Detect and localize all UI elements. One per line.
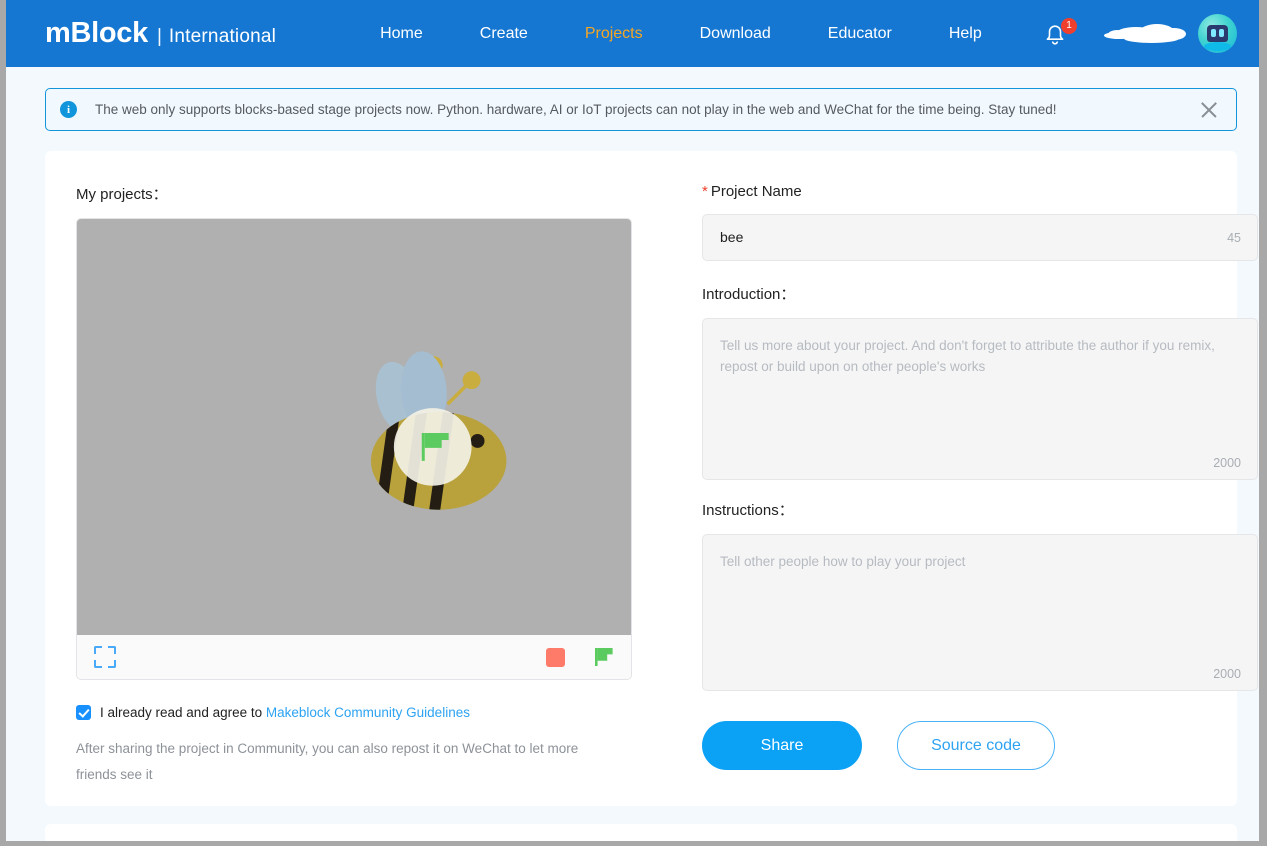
project-name-label-text: Project Name [710,183,802,200]
page-root: mBlock | International Home Create Proje… [6,0,1259,846]
bee-sprite [370,351,507,510]
fullscreen-icon[interactable] [94,646,116,668]
source-code-button[interactable]: Source code [897,721,1055,770]
window-scrollbar-right[interactable] [1259,0,1267,846]
info-banner-text: The web only supports blocks-based stage… [95,102,1057,117]
project-details-column: * Project Name bee 45 Introduction： Tell … [702,183,1259,788]
nav-item-download[interactable]: Download [700,25,771,43]
stop-button-icon[interactable] [546,647,565,667]
project-name-label: * Project Name [702,183,1259,200]
project-name-input[interactable]: bee 45 [702,214,1258,261]
main-navigation: Home Create Projects Download Educator H… [380,25,982,43]
nav-item-projects[interactable]: Projects [585,25,643,43]
agreement-label: I already read and agree to Makeblock Co… [100,705,470,720]
brand-name: mBlock [45,17,148,49]
nav-item-educator[interactable]: Educator [828,25,892,43]
avatar-eye-left [1211,29,1216,37]
green-flag-icon[interactable] [593,647,614,667]
agreement-note: After sharing the project in Community, … [76,741,579,782]
community-guidelines-link[interactable]: Makeblock Community Guidelines [266,705,470,720]
required-marker: * [702,183,708,200]
close-icon[interactable] [1198,99,1220,121]
avatar-eye-right [1219,29,1224,37]
nav-item-help[interactable]: Help [949,25,982,43]
instructions-placeholder: Tell other people how to play your proje… [720,554,966,569]
notification-count-badge: 1 [1061,17,1077,34]
share-button[interactable]: Share [702,721,862,770]
project-preview-column: My projects： I already read and agree to… [76,183,669,788]
username-label[interactable] [1104,23,1188,44]
instructions-textarea[interactable]: Tell other people how to play your proje… [702,534,1258,691]
agreement-checkbox[interactable] [76,705,91,720]
project-stage[interactable] [77,219,631,635]
brand-separator: | [156,26,162,47]
agreement-row: I already read and agree to Makeblock Co… [76,705,669,720]
brand-edition: International [168,26,277,47]
window-scrollbar-left[interactable] [0,0,6,846]
nav-item-create[interactable]: Create [480,25,528,43]
share-project-card: My projects： I already read and agree to… [45,151,1258,806]
info-icon: i [60,101,77,118]
brand-logo[interactable]: mBlock | International [45,17,276,50]
project-name-counter: 45 [1227,231,1241,245]
stage-control-bar [77,635,631,679]
agreement-text: I already read and agree to [100,705,266,720]
introduction-textarea[interactable]: Tell us more about your project. And don… [702,318,1258,480]
introduction-placeholder: Tell us more about your project. And don… [720,338,1215,374]
user-avatar[interactable] [1198,14,1237,53]
project-stage-panel [76,218,632,680]
instructions-label: Instructions： [702,502,794,519]
stage-run-controls [546,647,614,667]
header-right-cluster: 1 [1044,0,1237,67]
window-scrollbar-bottom[interactable] [0,841,1267,846]
notification-bell-button[interactable]: 1 [1044,17,1077,49]
introduction-label: Introduction： [702,286,796,303]
site-header: mBlock | International Home Create Proje… [6,0,1259,67]
avatar-face [1207,25,1228,42]
instructions-counter: 2000 [1213,667,1241,681]
introduction-counter: 2000 [1213,456,1241,470]
avatar-chin [1204,42,1231,51]
info-banner: i The web only supports blocks-based sta… [45,88,1237,131]
action-button-row: Share Source code [702,721,1259,770]
my-projects-label: My projects： [76,186,168,203]
project-name-value: bee [720,229,744,245]
nav-item-home[interactable]: Home [380,25,423,43]
